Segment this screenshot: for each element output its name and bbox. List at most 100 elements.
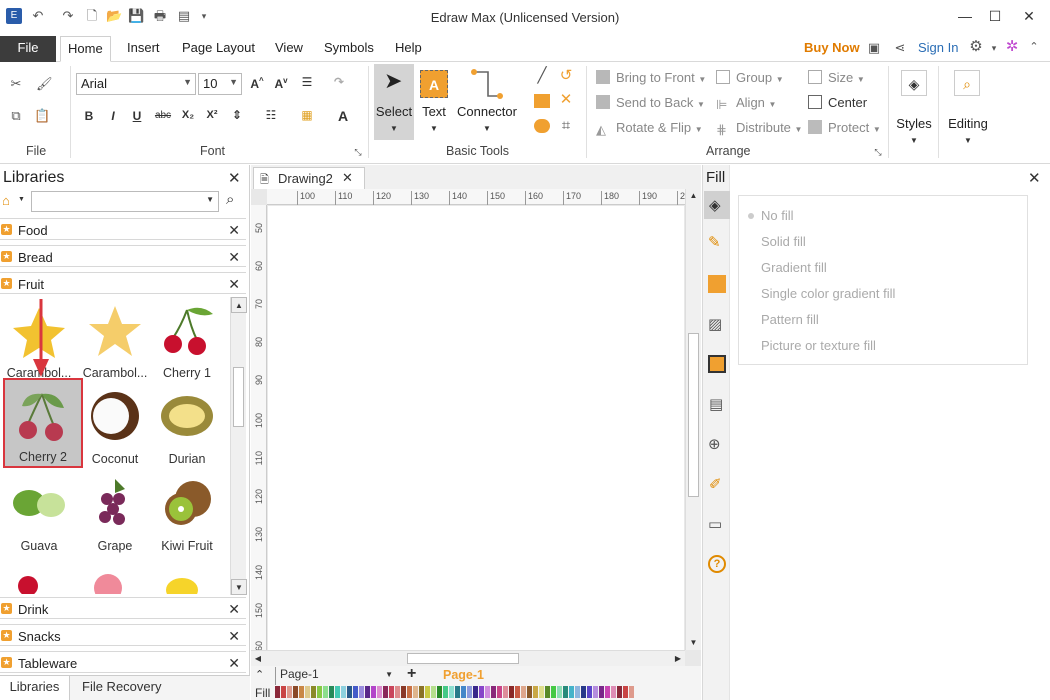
- maximize-button[interactable]: ☐: [978, 4, 1012, 28]
- chevron-up-icon[interactable]: ▲: [231, 297, 247, 313]
- home-icon[interactable]: ⌂: [2, 193, 10, 208]
- settings-dropdown-icon[interactable]: ▾: [986, 40, 1002, 56]
- italic-button[interactable]: I: [104, 109, 122, 123]
- close-icon[interactable]: ✕: [342, 170, 353, 186]
- send-to-back-button[interactable]: Send to Back ▼: [596, 95, 705, 110]
- page-properties-icon[interactable]: ▤: [709, 395, 723, 413]
- font-color-button[interactable]: A: [334, 108, 352, 124]
- palette-swatch[interactable]: [329, 686, 334, 698]
- ellipse-tool-icon[interactable]: [534, 119, 550, 133]
- minimize-button[interactable]: —: [948, 4, 982, 28]
- palette-swatch[interactable]: [485, 686, 490, 698]
- palette-swatch[interactable]: [449, 686, 454, 698]
- tab-home[interactable]: Home: [60, 36, 111, 62]
- superscript-button[interactable]: X²: [202, 109, 222, 121]
- bold-button[interactable]: B: [80, 109, 98, 123]
- text-highlight-icon[interactable]: ▦: [298, 108, 316, 122]
- palette-swatch[interactable]: [551, 686, 556, 698]
- help-icon[interactable]: ?: [708, 555, 726, 573]
- align-button[interactable]: ⊫ Align ▼: [716, 95, 776, 112]
- line-style-icon[interactable]: ✎: [708, 233, 721, 251]
- library-category-tableware[interactable]: ★ Tableware ✕: [0, 651, 246, 673]
- tab-insert[interactable]: Insert: [120, 36, 167, 62]
- rotate-flip-button[interactable]: ◭ Rotate & Flip ▼: [596, 120, 703, 137]
- palette-swatch[interactable]: [509, 686, 514, 698]
- bullets-icon[interactable]: ☷: [262, 108, 280, 122]
- drawing-page[interactable]: [268, 206, 684, 650]
- copy-icon[interactable]: ⧉: [8, 108, 24, 124]
- text-direction-icon[interactable]: ↷: [330, 75, 348, 89]
- palette-swatch[interactable]: [275, 686, 280, 698]
- palette-swatch[interactable]: [533, 686, 538, 698]
- search-icon[interactable]: ⌕: [226, 191, 234, 208]
- scrollbar-thumb[interactable]: [688, 333, 699, 497]
- palette-swatch[interactable]: [371, 686, 376, 698]
- palette-swatch[interactable]: [521, 686, 526, 698]
- shape-partial-2[interactable]: [88, 564, 128, 596]
- palette-swatch[interactable]: [623, 686, 628, 698]
- close-window-button[interactable]: ✕: [1012, 4, 1046, 28]
- palette-swatch[interactable]: [323, 686, 328, 698]
- chevron-right-icon[interactable]: ▶: [671, 652, 685, 666]
- layer-icon[interactable]: [708, 355, 726, 373]
- palette-swatch[interactable]: [389, 686, 394, 698]
- shape-kiwi-fruit[interactable]: Kiwi Fruit: [148, 471, 226, 555]
- chevron-up-icon[interactable]: ⌃: [255, 668, 264, 681]
- shrink-font-button[interactable]: Av: [272, 76, 290, 91]
- font-name-select[interactable]: Arial ▼: [76, 73, 196, 95]
- strikethrough-button[interactable]: abc: [152, 110, 174, 121]
- palette-swatch[interactable]: [575, 686, 580, 698]
- align-text-icon[interactable]: ☰: [298, 75, 316, 89]
- palette-swatch[interactable]: [443, 686, 448, 698]
- bring-to-front-button[interactable]: Bring to Front ▼: [596, 70, 706, 85]
- line-tool-icon[interactable]: ╱: [534, 68, 550, 84]
- paste-icon[interactable]: 📋: [34, 108, 50, 124]
- add-page-button[interactable]: +: [407, 665, 416, 683]
- palette-swatch[interactable]: [353, 686, 358, 698]
- scrollbar-thumb[interactable]: [407, 653, 519, 664]
- tab-file-recovery[interactable]: File Recovery: [82, 676, 161, 700]
- shape-partial-1[interactable]: [10, 564, 40, 596]
- tab-symbols[interactable]: Symbols: [317, 36, 381, 62]
- palette-swatch[interactable]: [593, 686, 598, 698]
- shape-cherry-1[interactable]: Cherry 1: [148, 298, 226, 382]
- color-palette[interactable]: [275, 686, 634, 698]
- palette-swatch[interactable]: [299, 686, 304, 698]
- palette-swatch[interactable]: [527, 686, 532, 698]
- close-icon[interactable]: ✕: [228, 601, 240, 618]
- palette-swatch[interactable]: [395, 686, 400, 698]
- palette-swatch[interactable]: [467, 686, 472, 698]
- shadow-icon[interactable]: [708, 275, 726, 293]
- file-menu-tab[interactable]: File: [0, 36, 56, 62]
- font-size-select[interactable]: 10 ▼: [198, 73, 242, 95]
- arc-tool-icon[interactable]: ↺: [558, 68, 574, 84]
- distribute-button[interactable]: ⋕ Distribute ▼: [716, 120, 802, 137]
- palette-swatch[interactable]: [293, 686, 298, 698]
- palette-swatch[interactable]: [461, 686, 466, 698]
- library-category-snacks[interactable]: ★ Snacks ✕: [0, 624, 246, 646]
- palette-swatch[interactable]: [599, 686, 604, 698]
- palette-swatch[interactable]: [479, 686, 484, 698]
- globe-icon[interactable]: ⊕: [708, 435, 721, 453]
- palette-swatch[interactable]: [347, 686, 352, 698]
- palette-swatch[interactable]: [365, 686, 370, 698]
- shape-durian[interactable]: Durian: [148, 384, 226, 468]
- fill-option-picture-texture[interactable]: Picture or texture fill: [761, 338, 876, 353]
- shape-grape[interactable]: Grape: [76, 471, 154, 555]
- arrange-dialog-launcher-icon[interactable]: ⤡: [870, 144, 886, 160]
- palette-swatch[interactable]: [557, 686, 562, 698]
- line-spacing-icon[interactable]: ⇕: [228, 108, 246, 122]
- editing-button[interactable]: ⌕ Editing ▼: [944, 64, 992, 154]
- palette-swatch[interactable]: [497, 686, 502, 698]
- fill-option-gradient-fill[interactable]: Gradient fill: [761, 260, 827, 275]
- fill-option-solid-fill[interactable]: Solid fill: [761, 234, 806, 249]
- library-category-food[interactable]: ★ Food ✕: [0, 218, 246, 240]
- cut-icon[interactable]: ✂: [8, 76, 24, 92]
- image-icon[interactable]: ▨: [708, 315, 722, 333]
- palette-swatch[interactable]: [503, 686, 508, 698]
- chevron-up-icon[interactable]: ▲: [686, 189, 701, 203]
- shape-guava[interactable]: Guava: [0, 471, 78, 555]
- palette-swatch[interactable]: [335, 686, 340, 698]
- sign-in-link[interactable]: Sign In: [918, 40, 958, 55]
- palette-swatch[interactable]: [305, 686, 310, 698]
